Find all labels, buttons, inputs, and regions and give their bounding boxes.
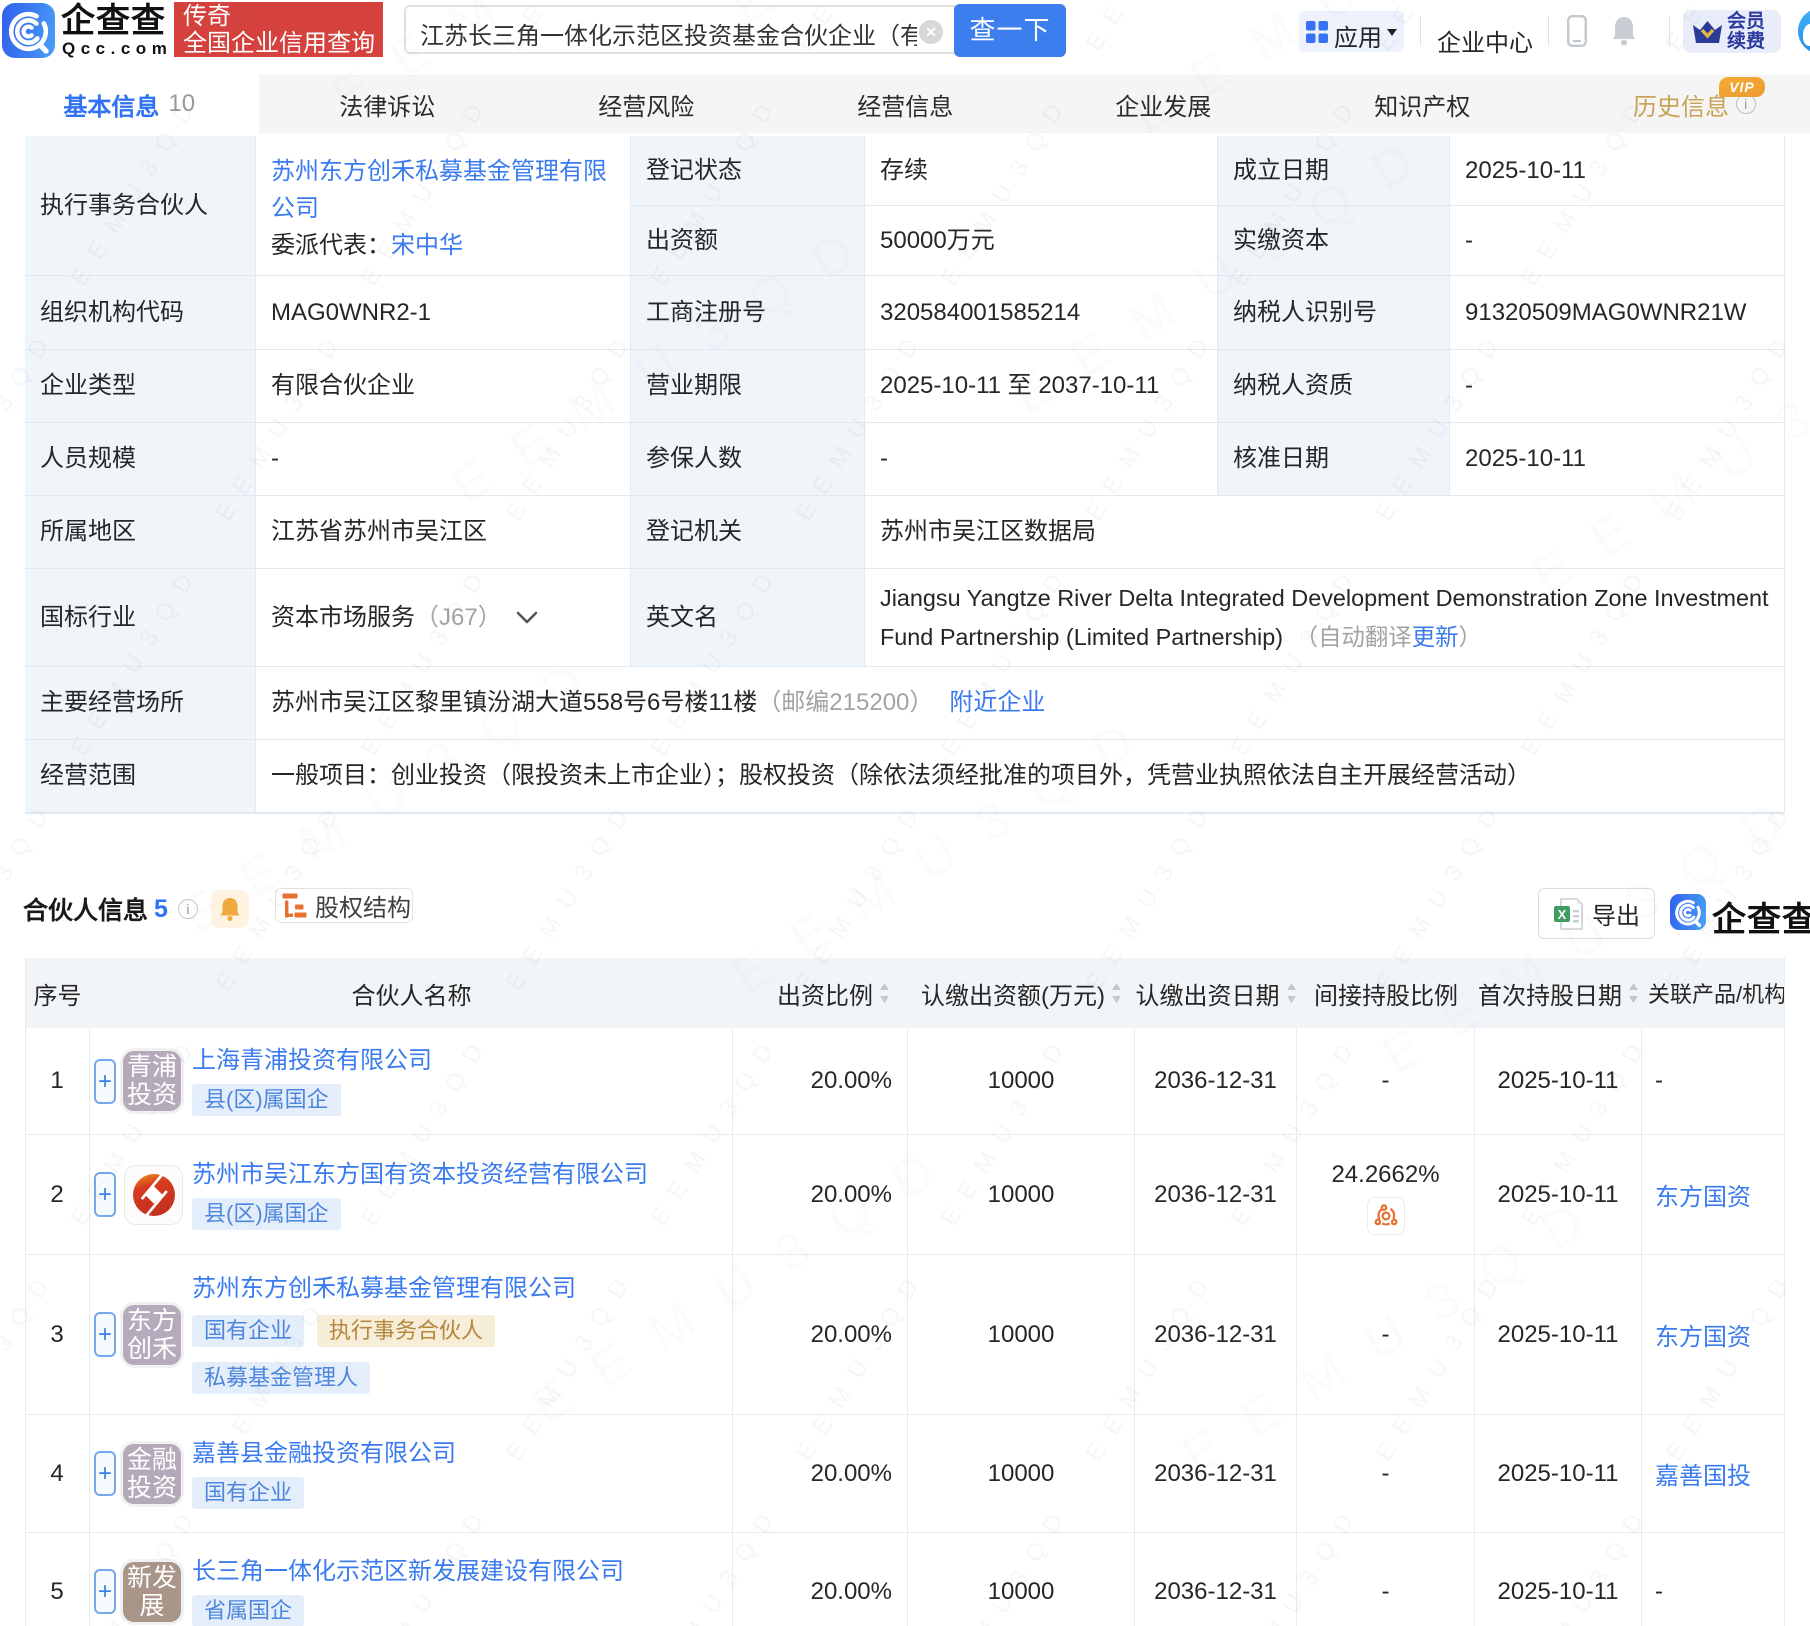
svg-text:X: X [1558,907,1567,922]
